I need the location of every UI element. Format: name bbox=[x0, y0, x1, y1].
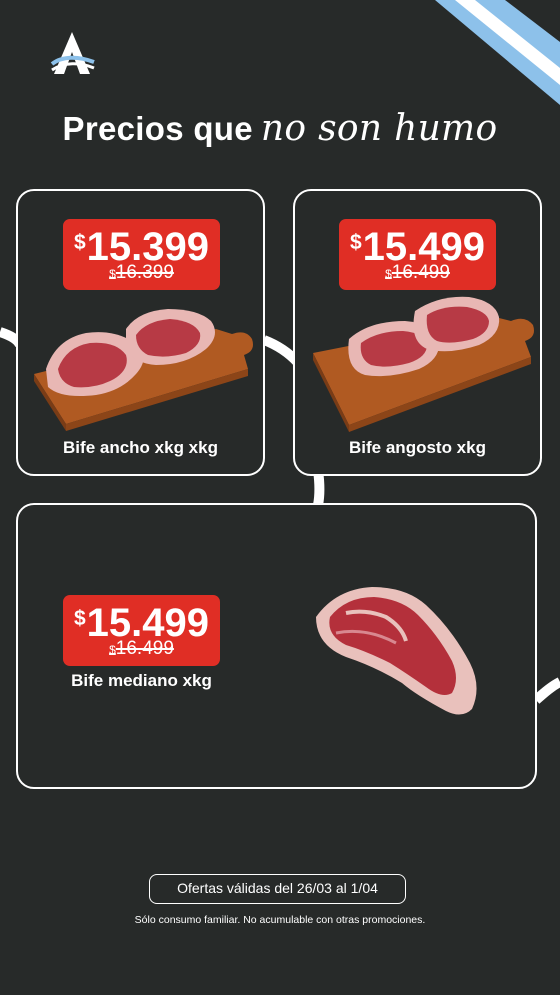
product-name: Bife mediano xkg bbox=[71, 671, 212, 690]
headline-text: Precios que bbox=[62, 110, 253, 147]
offer-validity-badge: Ofertas válidas del 26/03 al 1/04 bbox=[149, 874, 406, 904]
product-card-bife-ancho[interactable]: $15.399 $16.399 Bife ancho xkg xkg bbox=[16, 189, 265, 476]
single-steak-image bbox=[316, 587, 477, 715]
steaks-on-board-image bbox=[313, 296, 534, 432]
product-name: Bife ancho xkg xkg bbox=[63, 438, 218, 457]
price-tag: $15.499 $16.499 bbox=[339, 219, 496, 290]
brand-a-logo-icon bbox=[50, 32, 95, 74]
old-price: $16.499 bbox=[385, 262, 450, 283]
steaks-on-board-image bbox=[34, 309, 253, 431]
old-price: $16.399 bbox=[109, 262, 174, 283]
price-tag: $15.399 $16.399 bbox=[63, 219, 220, 290]
product-card-bife-mediano[interactable]: $15.499 $16.499 Bife mediano xkg bbox=[16, 503, 537, 789]
headline-script-text: no son humo bbox=[260, 108, 498, 149]
old-price: $16.499 bbox=[109, 638, 174, 659]
product-card-bife-angosto[interactable]: $15.499 $16.499 Bife angosto xkg bbox=[293, 189, 542, 476]
price-tag: $15.499 $16.499 bbox=[63, 595, 220, 666]
disclaimer-text: Sólo consumo familiar. No acumulable con… bbox=[134, 914, 426, 926]
argentina-flag-ribbon-icon bbox=[435, 0, 560, 105]
background-curves bbox=[0, 327, 560, 704]
headline: Precios que no son humo bbox=[0, 108, 560, 149]
product-name: Bife angosto xkg bbox=[349, 438, 486, 457]
